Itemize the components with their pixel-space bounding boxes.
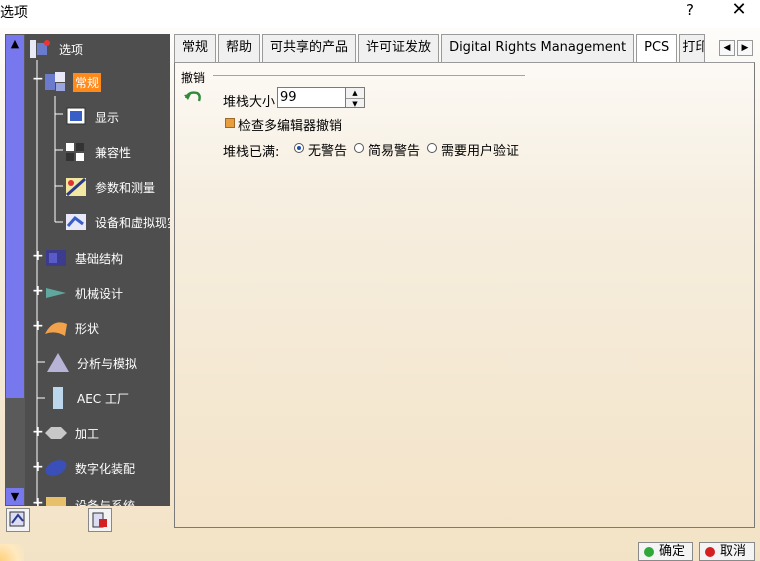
infrastructure-icon	[46, 250, 66, 266]
tree-item-devices-vr[interactable]: 设备和虚拟现实	[63, 207, 170, 237]
collapse-icon[interactable]: −	[32, 72, 44, 86]
tree-item-devices-vr-label: 设备和虚拟现实	[95, 215, 170, 230]
tree-item-general-label: 常规	[73, 72, 102, 92]
expand-icon[interactable]: +	[32, 496, 44, 506]
tab-shareable-products[interactable]: 可共享的产品	[262, 34, 357, 62]
aec-plant-icon	[53, 387, 63, 409]
tab-licensing[interactable]: 许可证发放	[358, 34, 440, 62]
group-divider	[213, 75, 525, 76]
ok-button-label: 确定	[659, 544, 686, 559]
tree-item-equipment-systems-label: 设备与系统	[75, 498, 136, 507]
corner-decoration	[0, 544, 24, 561]
spin-up-icon[interactable]: ▲	[346, 88, 364, 98]
window-title: 选项	[0, 5, 28, 21]
cancel-button[interactable]: 取消	[699, 542, 755, 561]
radio-user-validation-label: 需要用户验证	[441, 144, 520, 159]
tree-item-aec-plant[interactable]: AEC 工厂	[45, 383, 131, 413]
stack-size-spinner[interactable]: ▲ ▼	[345, 87, 365, 108]
help-button[interactable]: ?	[682, 1, 698, 19]
tab-printing[interactable]: 打印	[679, 34, 706, 62]
options-tree[interactable]: ▲ ▼ 选项 − 常规 显示 兼容性 参数和测量 设备和虚拟现 + 基础结构 +…	[5, 34, 170, 506]
tree-root-label: 选项	[59, 42, 84, 57]
tree-item-machining-label: 加工	[75, 426, 100, 441]
ok-icon	[644, 547, 654, 557]
spin-down-icon[interactable]: ▼	[346, 98, 364, 108]
display-icon	[66, 107, 86, 125]
radio-user-validation[interactable]	[427, 143, 437, 153]
tree-item-digital-mockup[interactable]: 数字化装配	[43, 453, 137, 483]
expand-icon[interactable]: +	[32, 284, 44, 298]
tree-item-display-label: 显示	[95, 110, 120, 125]
tree-item-shape[interactable]: 形状	[43, 313, 101, 343]
multi-editor-label: 检查多编辑器撤销	[238, 119, 343, 134]
general-icon	[45, 72, 65, 91]
tab-pcs[interactable]: PCS	[636, 34, 678, 63]
machining-icon	[45, 427, 67, 439]
tree-item-display[interactable]: 显示	[63, 102, 121, 132]
radio-no-warning[interactable]	[294, 143, 304, 153]
expand-icon[interactable]: +	[32, 249, 44, 263]
tree-item-root[interactable]: 选项	[27, 34, 85, 64]
cancel-button-label: 取消	[720, 544, 747, 559]
radio-simple-warning-label: 简易警告	[368, 144, 421, 159]
stack-size-label: 堆栈大小	[223, 95, 276, 110]
digital-mockup-icon	[45, 460, 67, 476]
compatibility-icon	[66, 143, 84, 161]
tree-item-machining[interactable]: 加工	[43, 418, 101, 448]
devices-vr-icon	[66, 214, 86, 230]
mechanical-design-icon	[46, 288, 66, 298]
expand-icon[interactable]: +	[32, 425, 44, 439]
tree-item-mechanical-design-label: 机械设计	[75, 286, 124, 301]
undo-icon	[184, 91, 201, 102]
cancel-icon	[705, 547, 715, 557]
tab-prev-icon[interactable]: ◀	[719, 40, 735, 56]
tree-item-infrastructure-label: 基础结构	[75, 251, 124, 266]
parameters-icon	[66, 177, 86, 197]
tree-item-parameters[interactable]: 参数和测量	[63, 172, 157, 202]
tree-item-analysis-simulation[interactable]: 分析与模拟	[45, 348, 139, 378]
tree-item-analysis-simulation-label: 分析与模拟	[77, 356, 138, 371]
tab-drm[interactable]: Digital Rights Management	[441, 34, 635, 62]
tree-item-aec-plant-label: AEC 工厂	[77, 391, 129, 406]
lock-options-icon[interactable]	[88, 508, 112, 532]
expand-icon[interactable]: +	[32, 319, 44, 333]
close-button[interactable]: ✕	[730, 0, 748, 20]
stack-size-input[interactable]: 99	[277, 87, 347, 108]
expand-icon[interactable]: +	[32, 460, 44, 474]
tree-item-general[interactable]: 常规	[43, 67, 102, 97]
tab-general[interactable]: 常规	[174, 34, 217, 62]
pcs-panel: 撤销 堆栈大小 99 ▲ ▼ 检查多编辑器撤销 堆栈已满: 无警告 简易警告 需…	[174, 62, 755, 528]
shape-icon	[45, 322, 67, 336]
tree-item-mechanical-design[interactable]: 机械设计	[43, 278, 125, 308]
tree-item-infrastructure[interactable]: 基础结构	[43, 243, 125, 273]
tree-item-equipment-systems[interactable]: 设备与系统	[43, 490, 137, 506]
undo-group-title: 撤销	[181, 71, 206, 85]
ok-button[interactable]: 确定	[638, 542, 693, 561]
analysis-simulation-icon	[47, 353, 69, 372]
multi-editor-checkbox[interactable]	[225, 118, 235, 128]
tree-item-parameters-label: 参数和测量	[95, 180, 156, 195]
options-content: 常规 帮助 可共享的产品 许可证发放 Digital Rights Manage…	[174, 34, 755, 528]
tab-next-icon[interactable]: ▶	[737, 40, 753, 56]
radio-no-warning-label: 无警告	[308, 144, 348, 159]
title-bar: 选项 ? ✕	[0, 0, 760, 28]
equipment-systems-icon	[46, 497, 66, 506]
tree-item-shape-label: 形状	[75, 321, 100, 336]
radio-simple-warning[interactable]	[354, 143, 364, 153]
tab-help[interactable]: 帮助	[218, 34, 261, 62]
stack-full-label: 堆栈已满:	[223, 145, 280, 160]
options-root-icon	[30, 40, 50, 58]
tree-item-compatibility[interactable]: 兼容性	[63, 137, 133, 167]
tab-scroll: ◀ ▶	[719, 40, 753, 56]
tab-bar: 常规 帮助 可共享的产品 许可证发放 Digital Rights Manage…	[174, 34, 755, 63]
reset-options-icon[interactable]	[6, 508, 30, 532]
tree-item-compatibility-label: 兼容性	[95, 145, 132, 160]
tree-item-digital-mockup-label: 数字化装配	[75, 461, 136, 476]
